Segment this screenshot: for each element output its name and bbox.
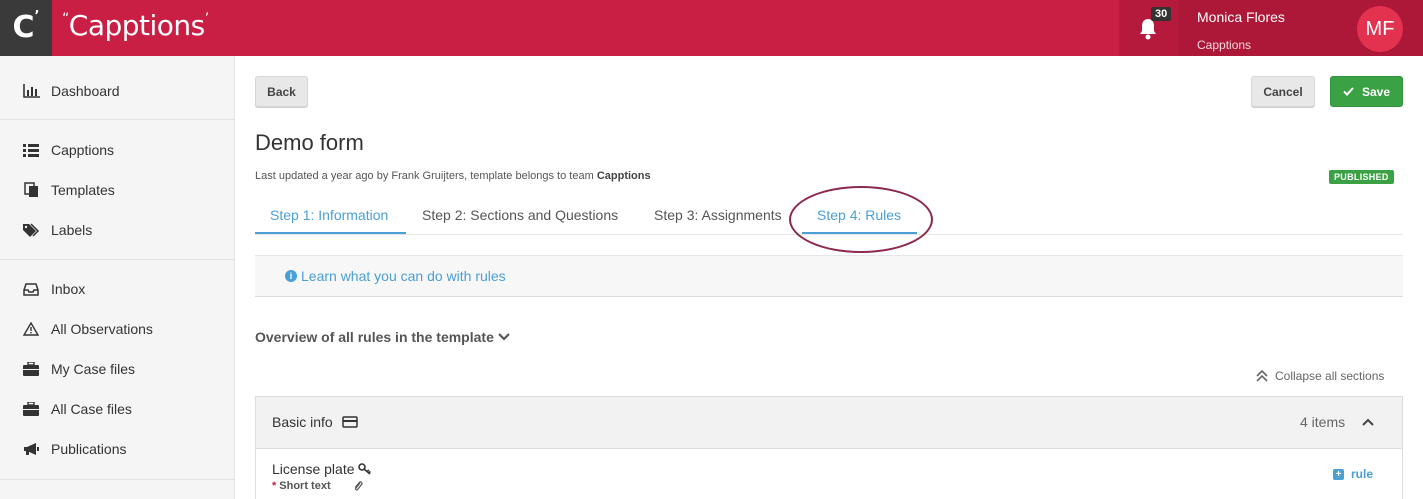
briefcase-icon xyxy=(22,361,40,377)
bell-icon xyxy=(1140,19,1156,40)
overview-label: Overview of all rules in the template xyxy=(255,329,494,345)
learn-rules-link[interactable]: Learn what you can do with rules xyxy=(301,268,506,284)
sidebar-item-label: All Case files xyxy=(51,401,132,417)
sidebar: Dashboard Capptions Templates Labels Inb… xyxy=(0,56,235,499)
info-bar: i Learn what you can do with rules xyxy=(255,255,1403,297)
sidebar-item-inbox[interactable]: Inbox xyxy=(0,273,235,305)
add-rule-button[interactable]: + rule xyxy=(1333,467,1373,481)
paperclip-icon xyxy=(354,481,363,491)
question-row: License plate * Short text + rule xyxy=(255,449,1403,499)
back-button[interactable]: Back xyxy=(255,76,308,107)
sidebar-item-all-case-files[interactable]: All Case files xyxy=(0,393,235,425)
tab-active-underline xyxy=(255,232,406,234)
sidebar-divider xyxy=(0,119,235,120)
sidebar-item-label: Publications xyxy=(51,441,127,457)
app-logo-mark[interactable]: C’ xyxy=(0,0,52,56)
inbox-icon xyxy=(22,281,40,297)
save-button[interactable]: Save xyxy=(1330,76,1403,107)
user-team: Capptions xyxy=(1197,38,1252,52)
section-header-basic-info[interactable]: Basic info 4 items xyxy=(255,396,1403,449)
tab-step-1-information[interactable]: Step 1: Information xyxy=(270,207,388,232)
cancel-button[interactable]: Cancel xyxy=(1251,76,1315,107)
warning-icon xyxy=(22,321,40,337)
sidebar-item-label: Inbox xyxy=(51,281,86,297)
avatar[interactable]: MF xyxy=(1357,6,1403,52)
user-name: Monica Flores xyxy=(1197,9,1285,25)
highlight-ellipse xyxy=(789,186,933,253)
question-type: Short text xyxy=(279,480,331,492)
double-chevron-up-icon xyxy=(1256,370,1268,382)
page-title: Demo form xyxy=(255,130,364,155)
logo-letter: C xyxy=(12,9,35,45)
sidebar-item-capptions[interactable]: Capptions xyxy=(0,134,235,166)
tab-step-2-sections-questions[interactable]: Step 2: Sections and Questions xyxy=(422,207,618,232)
sidebar-item-all-observations[interactable]: All Observations xyxy=(0,313,235,345)
check-icon xyxy=(1343,87,1354,96)
sidebar-item-label: Labels xyxy=(51,222,93,238)
key-icon xyxy=(357,463,371,475)
sidebar-item-label: Dashboard xyxy=(51,83,120,99)
tags-icon xyxy=(22,222,40,238)
copy-icon xyxy=(22,182,40,198)
bar-chart-icon xyxy=(22,83,40,99)
sidebar-item-dashboard[interactable]: Dashboard xyxy=(0,75,235,107)
sidebar-item-label: All Observations xyxy=(51,321,153,337)
section-title: Basic info xyxy=(272,414,333,430)
plus-square-icon: + xyxy=(1333,468,1344,480)
sidebar-item-label: Templates xyxy=(51,182,115,198)
notification-count-badge: 30 xyxy=(1151,7,1172,21)
sidebar-item-templates[interactable]: Templates xyxy=(0,174,235,206)
updated-prefix: Last updated a year ago by Frank Gruijte… xyxy=(255,170,597,182)
list-icon xyxy=(22,142,40,158)
add-rule-label: rule xyxy=(1351,467,1374,481)
team-name: Capptions xyxy=(596,170,651,182)
briefcase-icon xyxy=(22,401,40,417)
collapse-all-label: Collapse all sections xyxy=(1275,369,1385,383)
megaphone-icon xyxy=(22,441,40,457)
sidebar-item-label: Capptions xyxy=(51,142,115,158)
save-label: Save xyxy=(1361,84,1391,99)
chevron-up-icon[interactable] xyxy=(1362,418,1374,426)
required-asterisk: * xyxy=(272,480,277,492)
sidebar-item-publications[interactable]: Publications xyxy=(0,433,235,465)
last-updated-text: Last updated a year ago by Frank Gruijte… xyxy=(255,170,651,182)
sidebar-divider xyxy=(0,479,235,480)
chevron-down-icon xyxy=(498,333,510,341)
brand-logo[interactable]: “Capptions’ xyxy=(62,9,209,42)
section-item-count: 4 items xyxy=(1300,414,1346,430)
sidebar-item-label: My Case files xyxy=(51,361,136,377)
question-label: License plate xyxy=(272,461,355,477)
brand-name: Capptions xyxy=(68,9,205,42)
info-icon: i xyxy=(285,270,297,282)
sidebar-item-labels[interactable]: Labels xyxy=(0,214,235,246)
status-badge: PUBLISHED xyxy=(1329,170,1394,184)
sidebar-divider xyxy=(0,259,235,260)
collapse-all-sections-button[interactable]: Collapse all sections xyxy=(1255,369,1384,383)
sidebar-item-my-case-files[interactable]: My Case files xyxy=(0,353,235,385)
rules-overview-toggle[interactable]: Overview of all rules in the template xyxy=(255,329,510,345)
tab-step-3-assignments[interactable]: Step 3: Assignments xyxy=(654,207,782,232)
credit-card-icon xyxy=(341,416,358,428)
